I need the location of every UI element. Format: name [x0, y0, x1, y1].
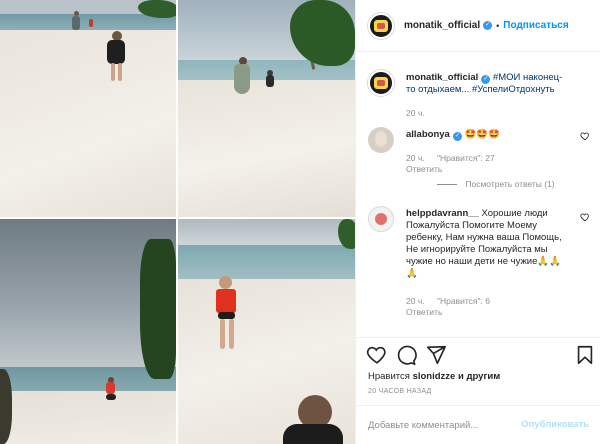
action-bar: Нравится slonidzze и другим 20 ЧАСОВ НАЗ…	[356, 337, 600, 444]
photo-tile-bottom-left	[0, 219, 176, 444]
share-icon[interactable]	[425, 344, 447, 366]
comment-input[interactable]	[368, 417, 518, 433]
comment-time: 20 ч.	[406, 296, 425, 306]
liked-by-suffix[interactable]: и другим	[458, 371, 500, 382]
comment-likes[interactable]: "Нравится": 6	[437, 296, 490, 306]
comments-list[interactable]: monatik_official ✓ #МОИ наконец-то отдыха…	[356, 53, 600, 336]
reply-button[interactable]: Ответить	[406, 164, 442, 174]
liked-by-user[interactable]: slonidzze	[413, 371, 456, 382]
liked-by-prefix: Нравится	[368, 371, 410, 382]
add-comment-bar: Опубликовать	[356, 405, 600, 444]
comment-time: 20 ч.	[406, 153, 425, 163]
post-header: monatik_official ✓ • Подписаться	[356, 0, 600, 52]
heart-icon[interactable]	[366, 344, 388, 366]
verified-icon: ✓	[452, 132, 462, 141]
caption-time: 20 ч.	[406, 108, 425, 118]
follow-button[interactable]: Подписаться	[503, 20, 568, 31]
avatar[interactable]	[368, 127, 394, 153]
comment-likes[interactable]: "Нравится": 27	[437, 153, 495, 163]
caption-username[interactable]: monatik_official	[406, 72, 478, 83]
verified-icon: ✓	[481, 75, 491, 84]
list-item: allabonya ✓ 🤩🤩🤩 20 ч. "Нравится": 27 Отве…	[368, 127, 590, 197]
bookmark-icon[interactable]	[574, 344, 596, 366]
replies-divider	[437, 184, 458, 186]
comment-username[interactable]: helppdavrann__	[406, 208, 479, 219]
comment-icon[interactable]	[395, 344, 417, 366]
avatar[interactable]	[368, 12, 394, 39]
liked-by[interactable]: Нравится slonidzze и другим	[368, 371, 500, 382]
separator-dot: •	[496, 20, 500, 31]
comment-text: 🤩🤩🤩	[464, 129, 500, 140]
post-photo[interactable]	[0, 0, 355, 444]
verified-icon: ✓	[483, 21, 493, 30]
post-author-username[interactable]: monatik_official	[404, 20, 480, 31]
small-heart-icon[interactable]	[580, 212, 590, 222]
list-item: helppdavrann__ Хорошие люди Пожалуйста П…	[368, 206, 590, 336]
comment-username[interactable]: allabonya	[406, 129, 450, 140]
post-sidebar: monatik_official ✓ • Подписаться monatik…	[355, 0, 600, 444]
avatar[interactable]	[368, 206, 394, 232]
publish-button[interactable]: Опубликовать	[521, 419, 589, 430]
reply-button[interactable]: Ответить	[406, 307, 442, 317]
photo-tile-top-left	[0, 0, 176, 217]
photo-tile-bottom-right	[178, 219, 355, 444]
view-replies-button[interactable]: Посмотреть ответы (1)	[406, 179, 586, 189]
photo-tile-top-right	[178, 0, 355, 217]
post-caption: monatik_official ✓ #МОИ наконец-то отдыха…	[368, 70, 590, 130]
avatar[interactable]	[368, 70, 394, 96]
post-timestamp[interactable]: 20 ЧАСОВ НАЗАД	[368, 388, 432, 395]
view-replies-label: Посмотреть ответы (1)	[465, 179, 555, 189]
small-heart-icon[interactable]	[580, 131, 590, 141]
